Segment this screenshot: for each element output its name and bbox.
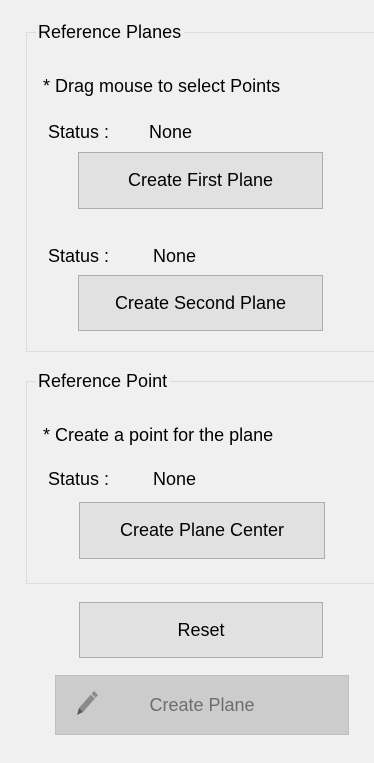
create-plane-label: Create Plane (149, 694, 255, 715)
create-plane-button[interactable]: Create Plane (55, 675, 349, 735)
pencil-icon (77, 691, 98, 715)
second-plane-status-value: None (153, 246, 197, 266)
first-plane-status-value: None (149, 122, 193, 142)
reference-point-title: Reference Point (36, 370, 171, 392)
create-second-plane-button[interactable]: Create Second Plane (78, 275, 323, 331)
second-plane-status-label: Status : (48, 246, 110, 266)
reference-planes-hint: * Drag mouse to select Points (43, 76, 281, 96)
reset-button[interactable]: Reset (79, 602, 323, 658)
create-first-plane-button[interactable]: Create First Plane (78, 152, 323, 209)
reference-planes-title: Reference Planes (36, 21, 185, 43)
plane-center-status-label: Status : (48, 469, 110, 489)
create-plane-center-button[interactable]: Create Plane Center (79, 502, 325, 559)
plane-center-status-value: None (153, 469, 197, 489)
first-plane-status-label: Status : (48, 122, 110, 142)
reference-point-hint: * Create a point for the plane (43, 425, 274, 445)
